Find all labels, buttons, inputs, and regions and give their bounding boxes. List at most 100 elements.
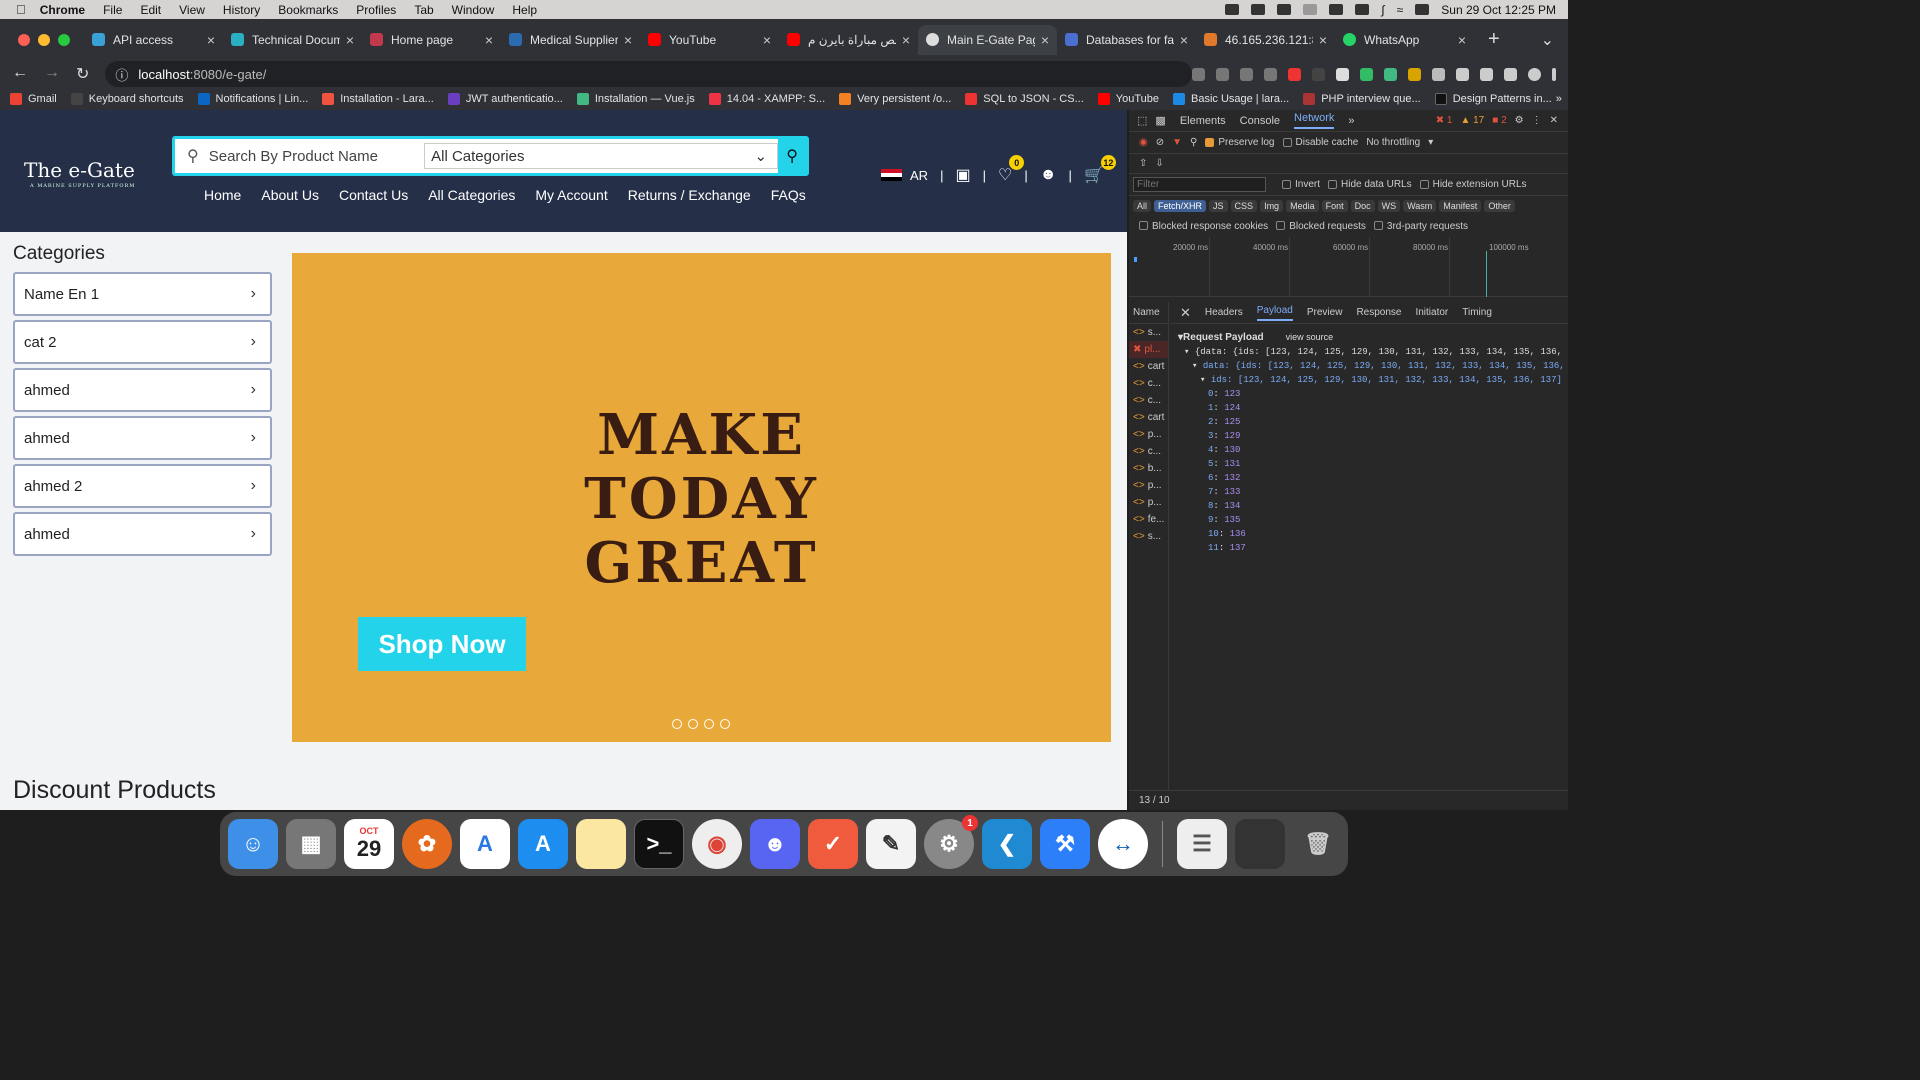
filter-css[interactable]: CSS bbox=[1230, 199, 1258, 212]
tab-response[interactable]: Response bbox=[1356, 307, 1401, 318]
filter-other[interactable]: Other bbox=[1484, 199, 1515, 212]
url-input[interactable]: ⓘ localhost:8080/e-gate/ bbox=[105, 61, 1192, 87]
bookmark-basic-usage[interactable]: Basic Usage | lara... bbox=[1172, 93, 1289, 105]
language-toggle[interactable]: AR bbox=[910, 168, 928, 183]
extension-icon[interactable] bbox=[1408, 67, 1421, 81]
app-store-icon[interactable]: A bbox=[518, 819, 568, 869]
settings-gear-icon[interactable]: ⚙ bbox=[1515, 115, 1524, 126]
network-filter-input[interactable] bbox=[1133, 177, 1266, 192]
extension-icon[interactable] bbox=[1288, 67, 1301, 81]
menubar-datetime[interactable]: Sun 29 Oct 12:25 PM bbox=[1441, 3, 1556, 17]
bookmark-sql-json[interactable]: SQL to JSON - CS... bbox=[965, 93, 1084, 105]
tab-close-icon[interactable]: × bbox=[346, 32, 354, 48]
request-row[interactable]: <> c... bbox=[1129, 392, 1168, 409]
wifi-icon[interactable]: ≈ bbox=[1397, 3, 1404, 17]
cart-icon[interactable]: 🛒 12 bbox=[1084, 155, 1116, 185]
launchpad-icon[interactable]: ▦ bbox=[286, 819, 336, 869]
xcode-icon[interactable]: ⚒ bbox=[1040, 819, 1090, 869]
throttling-select[interactable]: No throttling bbox=[1366, 137, 1420, 148]
bookmark-notifications[interactable]: Notifications | Lin... bbox=[197, 93, 308, 105]
filter-media[interactable]: Media bbox=[1286, 199, 1319, 212]
chrome-icon[interactable]: ◉ bbox=[692, 819, 742, 869]
filter-js[interactable]: JS bbox=[1209, 199, 1228, 212]
tab-close-icon[interactable]: × bbox=[902, 32, 910, 48]
tab-console[interactable]: Console bbox=[1240, 115, 1280, 127]
invert-checkbox[interactable]: Invert bbox=[1282, 179, 1320, 190]
tab-preview[interactable]: Preview bbox=[1307, 307, 1343, 318]
request-row[interactable]: <> s... bbox=[1129, 324, 1168, 341]
import-har-icon[interactable]: ⇧ bbox=[1139, 158, 1147, 169]
bookmark-laravel-install[interactable]: Installation - Lara... bbox=[322, 93, 434, 105]
third-party-checkbox[interactable]: 3rd-party requests bbox=[1373, 221, 1468, 232]
payload-tree-ids[interactable]: ▾ ids: [123, 124, 125, 129, 130, 131, 13… bbox=[1178, 373, 1562, 387]
search-button[interactable]: ⚲ bbox=[778, 139, 807, 173]
inspect-element-icon[interactable]: ⬚ bbox=[1137, 114, 1147, 127]
carousel-dot[interactable] bbox=[672, 719, 682, 729]
search-input[interactable] bbox=[208, 147, 419, 165]
site-logo[interactable]: The e-Gate A MARINE SUPPLY PLATFORM bbox=[24, 158, 135, 189]
share-icon[interactable] bbox=[1240, 67, 1253, 81]
tab-initiator[interactable]: Initiator bbox=[1415, 307, 1448, 318]
tab-elements[interactable]: Elements bbox=[1180, 115, 1226, 127]
request-row[interactable]: <> p... bbox=[1129, 477, 1168, 494]
calendar-icon[interactable]: OCT 29 bbox=[344, 819, 394, 869]
extension-icon[interactable] bbox=[1336, 67, 1349, 81]
search-icon[interactable]: ⚲ bbox=[1190, 137, 1197, 148]
forward-button[interactable]: → bbox=[44, 64, 60, 84]
extension-icon[interactable] bbox=[1360, 67, 1373, 81]
tab-close-icon[interactable]: × bbox=[207, 32, 215, 48]
terminal-icon[interactable]: >_ bbox=[634, 819, 684, 869]
bookmark-vue-install[interactable]: Installation — Vue.js bbox=[576, 93, 695, 105]
request-row[interactable]: <> b... bbox=[1129, 460, 1168, 477]
request-row[interactable]: <> p... bbox=[1129, 494, 1168, 511]
category-item[interactable]: Name En 1 › bbox=[13, 272, 272, 316]
carousel-dot[interactable] bbox=[704, 719, 714, 729]
tab-ip-address[interactable]: 46.165.236.121:8 × bbox=[1196, 25, 1335, 55]
category-item[interactable]: ahmed › bbox=[13, 368, 272, 412]
vue-devtools-icon[interactable] bbox=[1384, 67, 1397, 81]
close-detail-icon[interactable]: ✕ bbox=[1180, 305, 1191, 321]
extension-icon[interactable] bbox=[1432, 67, 1445, 81]
name-column-header[interactable]: Name bbox=[1129, 302, 1168, 324]
tab-whatsapp[interactable]: WhatsApp × bbox=[1335, 25, 1474, 55]
preserve-log-checkbox[interactable]: Preserve log bbox=[1205, 137, 1275, 148]
textedit-icon[interactable]: ✎ bbox=[866, 819, 916, 869]
menu-help[interactable]: Help bbox=[512, 3, 537, 17]
tab-close-icon[interactable]: × bbox=[1041, 32, 1049, 48]
wishlist-heart-icon[interactable]: ♡ 0 bbox=[998, 155, 1025, 185]
nav-returns-exchange[interactable]: Returns / Exchange bbox=[628, 187, 751, 203]
display-icon[interactable] bbox=[1355, 4, 1370, 15]
clear-icon[interactable]: ⊘ bbox=[1156, 137, 1164, 148]
extension-icon[interactable] bbox=[1312, 67, 1325, 81]
category-item[interactable]: ahmed › bbox=[13, 512, 272, 556]
category-select[interactable]: All Categories ⌄ bbox=[424, 143, 779, 169]
tab-close-icon[interactable]: × bbox=[485, 32, 493, 48]
nav-about-us[interactable]: About Us bbox=[261, 187, 319, 203]
more-options-icon[interactable]: ⋮ bbox=[1532, 115, 1542, 126]
hide-data-urls-checkbox[interactable]: Hide data URLs bbox=[1328, 179, 1412, 190]
filter-font[interactable]: Font bbox=[1321, 199, 1348, 212]
bookmarks-overflow-icon[interactable]: » bbox=[1556, 93, 1562, 105]
status-icon[interactable] bbox=[1225, 4, 1240, 15]
user-account-icon[interactable]: ☻ bbox=[1040, 166, 1057, 184]
extensions-puzzle-icon[interactable] bbox=[1456, 67, 1469, 81]
tab-api-access[interactable]: API access × bbox=[84, 25, 223, 55]
install-icon[interactable] bbox=[1216, 67, 1229, 81]
payload-tree-root[interactable]: ▾ {data: {ids: [123, 124, 125, 129, 130,… bbox=[1178, 345, 1562, 359]
discord-icon[interactable]: ☻ bbox=[750, 819, 800, 869]
back-button[interactable]: ← bbox=[12, 64, 28, 84]
teamviewer-icon[interactable]: ↔ bbox=[1098, 819, 1148, 869]
filter-doc[interactable]: Doc bbox=[1350, 199, 1375, 212]
nav-contact-us[interactable]: Contact Us bbox=[339, 187, 408, 203]
filter-icon[interactable]: ▼ bbox=[1172, 137, 1182, 148]
cloud-icon[interactable] bbox=[1303, 4, 1318, 15]
keyboard-input-icon[interactable] bbox=[1329, 4, 1344, 15]
close-icon[interactable]: ✕ bbox=[1550, 115, 1558, 126]
request-row[interactable]: <> p... bbox=[1129, 426, 1168, 443]
menu-edit[interactable]: Edit bbox=[140, 3, 161, 17]
request-row[interactable]: <> cart bbox=[1129, 358, 1168, 375]
tab-databases[interactable]: Databases for fab × bbox=[1057, 25, 1196, 55]
payload-tree-data[interactable]: ▾ data: {ids: [123, 124, 125, 129, 130, … bbox=[1178, 359, 1565, 373]
bookmark-star-icon[interactable] bbox=[1264, 67, 1277, 81]
filter-img[interactable]: Img bbox=[1260, 199, 1284, 212]
